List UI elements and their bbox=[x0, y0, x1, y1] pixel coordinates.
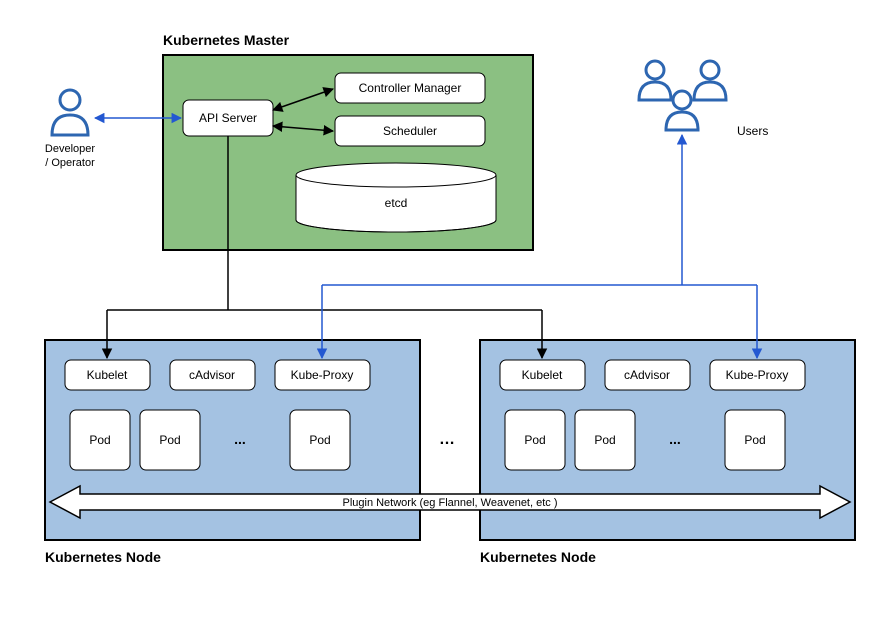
node-left-cadvisor-label: cAdvisor bbox=[189, 368, 235, 382]
developer-label-1: Developer bbox=[45, 143, 95, 155]
node-right-pod-3-label: Pod bbox=[744, 433, 765, 447]
node-right-kubeproxy-label: Kube-Proxy bbox=[726, 368, 789, 382]
users-icon bbox=[639, 61, 726, 130]
node-left-kubelet-label: Kubelet bbox=[87, 368, 128, 382]
node-right-ellipsis: ... bbox=[669, 431, 681, 447]
node-right-cadvisor-label: cAdvisor bbox=[624, 368, 670, 382]
node-left-pod-3-label: Pod bbox=[309, 433, 330, 447]
node-left-title: Kubernetes Node bbox=[45, 549, 161, 565]
node-left-kubeproxy-label: Kube-Proxy bbox=[291, 368, 354, 382]
between-nodes-ellipsis: … bbox=[439, 431, 455, 448]
scheduler-label: Scheduler bbox=[383, 124, 437, 138]
developer-icon bbox=[52, 90, 88, 135]
node-right-kubelet-label: Kubelet bbox=[522, 368, 563, 382]
plugin-network-label: Plugin Network (eg Flannel, Weavenet, et… bbox=[342, 497, 557, 509]
node-left-pod-2-label: Pod bbox=[159, 433, 180, 447]
node-left-pod-1-label: Pod bbox=[89, 433, 110, 447]
master-title: Kubernetes Master bbox=[163, 32, 290, 48]
developer-label-2: / Operator bbox=[45, 157, 95, 169]
etcd-label: etcd bbox=[385, 196, 408, 210]
node-right-title: Kubernetes Node bbox=[480, 549, 596, 565]
api-server-label: API Server bbox=[199, 111, 257, 125]
node-left-ellipsis: ... bbox=[234, 431, 246, 447]
node-right-pod-1-label: Pod bbox=[524, 433, 545, 447]
controller-manager-label: Controller Manager bbox=[359, 81, 462, 95]
node-right-pod-2-label: Pod bbox=[594, 433, 615, 447]
users-label: Users bbox=[737, 124, 768, 138]
